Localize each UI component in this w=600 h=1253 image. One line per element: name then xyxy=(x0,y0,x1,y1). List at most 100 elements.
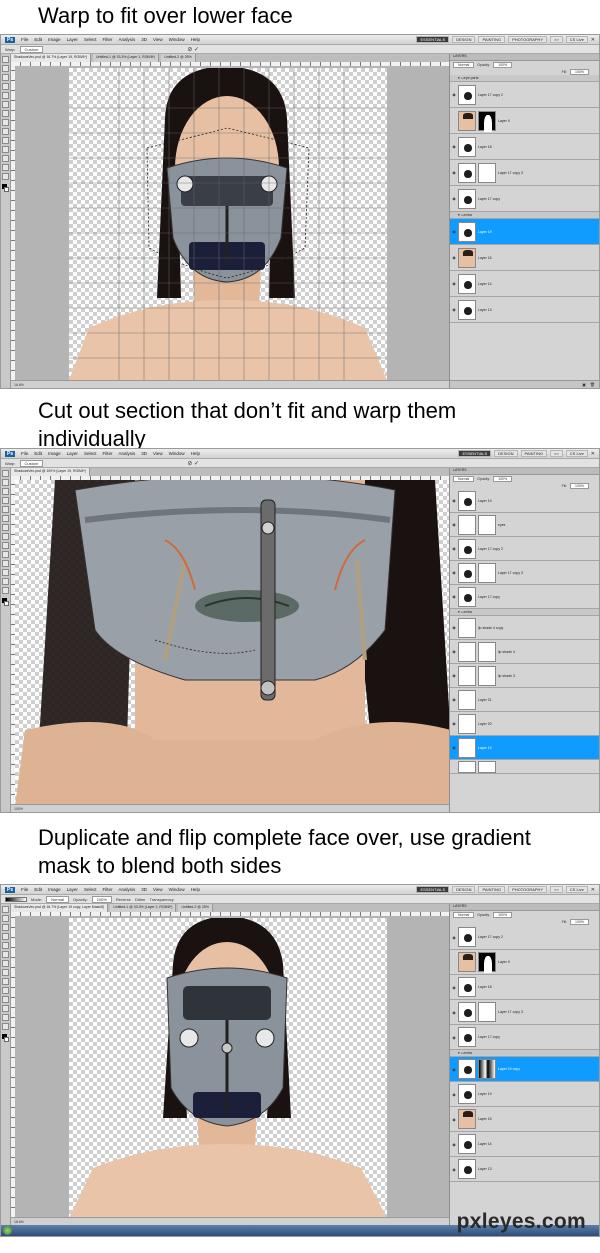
workspace-design[interactable]: DESIGN xyxy=(452,886,476,893)
layer-row[interactable]: ◉ lip shade 4 copy xyxy=(450,616,599,640)
menu-edit[interactable]: Edit xyxy=(34,37,42,42)
workspace-essentials[interactable]: ESSENTIALS xyxy=(416,36,450,43)
layers-panel-title[interactable]: LAYERS xyxy=(450,904,599,911)
layer-row[interactable]: ◉ lip shade 4 xyxy=(450,640,599,664)
gradient-tool-icon[interactable] xyxy=(2,137,9,144)
eraser-tool-icon[interactable] xyxy=(2,978,9,985)
menu-3d[interactable]: 3D xyxy=(141,887,147,892)
eye-icon[interactable]: ◉ xyxy=(450,1142,458,1147)
document-canvas[interactable] xyxy=(69,68,387,380)
menu-view[interactable]: View xyxy=(153,451,163,456)
menu-file[interactable]: File xyxy=(21,887,28,892)
layer-row[interactable] xyxy=(450,760,599,774)
opacity-field[interactable]: 100% xyxy=(493,61,513,68)
workspace-design[interactable]: DESIGN xyxy=(452,36,476,43)
zoom-tool-icon[interactable] xyxy=(2,587,9,594)
layer-row[interactable]: ◉ Layer 17 copy 2 xyxy=(450,537,599,561)
layer-row[interactable]: ◉ Layer 14 xyxy=(450,1132,599,1157)
workspace-painting[interactable]: PAINTING xyxy=(478,886,506,893)
layer-row[interactable]: ◉ Layer 17 copy 3 xyxy=(450,1000,599,1025)
menu-help[interactable]: Help xyxy=(191,451,200,456)
layer-row[interactable]: ◉ Layer 13 xyxy=(450,1157,599,1182)
layer-mask-thumbnail[interactable] xyxy=(478,162,496,183)
layer-row[interactable]: ◉ Layer 15 xyxy=(450,1107,599,1132)
doc-tab[interactable]: Untitled-1 @ 33.3% (Layer 1, RGB/8*) xyxy=(110,904,177,912)
menu-analysis[interactable]: Analysis xyxy=(118,451,135,456)
document-canvas[interactable] xyxy=(15,480,451,804)
layer-group-extra[interactable]: ▾ ▭ extra xyxy=(450,1050,599,1057)
lasso-tool-icon[interactable] xyxy=(2,924,9,931)
menu-layer[interactable]: Layer xyxy=(67,37,78,42)
zoom-tool-icon[interactable] xyxy=(2,1023,9,1030)
eye-icon[interactable]: ◉ xyxy=(450,196,458,201)
layer-mask-thumbnail[interactable] xyxy=(478,562,496,583)
doc-tab-active[interactable]: ShadowsVec.psd @ 16.7% (Layer 19 copy, L… xyxy=(11,904,109,912)
layer-row[interactable]: ◉ Layer 21 xyxy=(450,688,599,712)
zoom-tool-icon[interactable] xyxy=(2,173,9,180)
lasso-tool-icon[interactable] xyxy=(2,74,9,81)
layer-row-selected[interactable]: ◉ Layer 19 xyxy=(450,736,599,760)
layers-panel-title[interactable]: LAYERS xyxy=(450,54,599,61)
menu-help[interactable]: Help xyxy=(191,37,200,42)
layer-mask-thumbnail[interactable] xyxy=(478,952,496,973)
layer-row[interactable]: ◉ Layer 17 copy 2 xyxy=(450,925,599,950)
eye-icon[interactable]: ◉ xyxy=(450,229,458,234)
zoom-level[interactable]: 16.6% xyxy=(14,383,24,387)
doc-tab[interactable]: Untitled-1 @ 33.3% (Layer 1, RGB/8*) xyxy=(93,54,160,62)
layer-row[interactable]: Layer 9 xyxy=(450,950,599,975)
eye-icon[interactable]: ◉ xyxy=(450,255,458,260)
warp-select[interactable]: Custom xyxy=(19,45,44,53)
eye-icon[interactable]: ◉ xyxy=(450,522,458,527)
layer-row[interactable]: ◉ Layer 14 xyxy=(450,271,599,297)
layer-row[interactable]: ◉ Layer 20 xyxy=(450,712,599,736)
eye-icon[interactable]: ◉ xyxy=(450,170,458,175)
layer-mask-thumbnail[interactable] xyxy=(478,110,496,132)
eye-icon[interactable]: ◉ xyxy=(450,92,458,97)
menu-filter[interactable]: Filter xyxy=(102,37,112,42)
workspace-more[interactable]: >> xyxy=(550,36,563,43)
layer-row-selected[interactable]: ◉ Layer 19 xyxy=(450,219,599,245)
menu-edit[interactable]: Edit xyxy=(34,451,42,456)
layer-group-extra[interactable]: ▾ ▭ extra xyxy=(450,609,599,616)
fill-field[interactable]: 100% xyxy=(570,918,589,925)
blend-mode-select[interactable]: Normal xyxy=(453,61,475,68)
background-color[interactable] xyxy=(4,601,9,606)
doc-tab-active[interactable]: ShadowsVec.psd @ 16.7% (Layer 19, RGB/8*… xyxy=(11,54,92,62)
wand-tool-icon[interactable] xyxy=(2,83,9,90)
workspace-photography[interactable]: PHOTOGRAPHY xyxy=(508,886,548,893)
cs-live-button[interactable]: CS Live xyxy=(565,886,588,893)
move-tool-icon[interactable] xyxy=(2,470,9,477)
eye-icon[interactable]: ◉ xyxy=(450,745,458,750)
eye-icon[interactable]: ◉ xyxy=(450,1067,458,1072)
layer-row[interactable]: Layer 9 xyxy=(450,108,599,134)
background-color[interactable] xyxy=(4,187,9,192)
fill-field[interactable]: 100% xyxy=(570,68,589,75)
menu-window[interactable]: Window xyxy=(169,887,185,892)
opacity-field[interactable]: 100% xyxy=(493,911,513,918)
menu-analysis[interactable]: Analysis xyxy=(118,887,135,892)
layer-row[interactable]: ◉ Layer 18 xyxy=(450,975,599,1000)
new-layer-icon[interactable]: ▣ xyxy=(582,382,586,387)
menu-layer[interactable]: Layer xyxy=(67,451,78,456)
gradient-tool-icon[interactable] xyxy=(2,987,9,994)
eye-icon[interactable]: ◉ xyxy=(450,721,458,726)
eyedropper-tool-icon[interactable] xyxy=(2,951,9,958)
crop-tool-icon[interactable] xyxy=(2,92,9,99)
workspace-design[interactable]: DESIGN xyxy=(494,450,518,457)
doc-tab-active[interactable]: ShadowsVec.psd @ 100% (Layer 19, RGB/8*) xyxy=(11,468,91,476)
gradient-mask-thumbnail[interactable] xyxy=(478,1059,496,1079)
eraser-tool-icon[interactable] xyxy=(2,128,9,135)
pen-tool-icon[interactable] xyxy=(2,996,9,1003)
document-canvas[interactable] xyxy=(69,918,387,1217)
stamp-tool-icon[interactable] xyxy=(2,119,9,126)
layer-row[interactable]: ◉ Layer 17 copy 3 xyxy=(450,160,599,186)
cs-live-button[interactable]: CS Live xyxy=(565,450,588,457)
hand-tool-icon[interactable] xyxy=(2,578,9,585)
pen-tool-icon[interactable] xyxy=(2,146,9,153)
eye-icon[interactable]: ◉ xyxy=(450,570,458,575)
menu-view[interactable]: View xyxy=(153,887,163,892)
eyedropper-tool-icon[interactable] xyxy=(2,101,9,108)
eye-icon[interactable]: ◉ xyxy=(450,281,458,286)
dither-checkbox[interactable]: Dither xyxy=(135,897,146,902)
move-tool-icon[interactable] xyxy=(2,906,9,913)
